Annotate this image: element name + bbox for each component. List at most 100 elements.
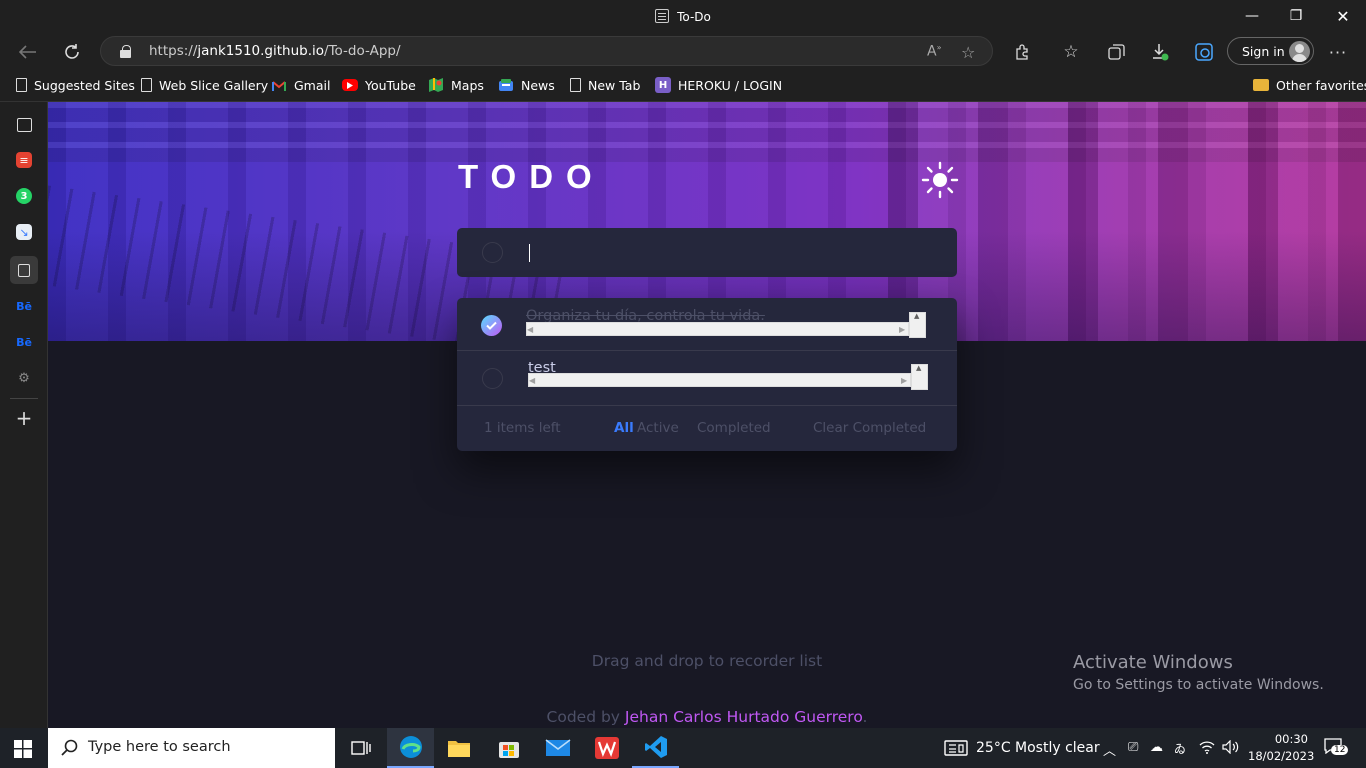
author-link[interactable]: Jehan Carlos Hurtado Guerrero: [625, 708, 863, 726]
horizontal-scrollbar[interactable]: ◀ ▶: [528, 373, 911, 387]
behance-icon[interactable]: Bē: [14, 332, 34, 352]
app-icon[interactable]: ↘: [16, 224, 32, 240]
search-placeholder: Type here to search: [88, 739, 231, 755]
favorite-label: Suggested Sites: [34, 77, 135, 93]
more-menu-icon[interactable]: ···: [1327, 42, 1349, 62]
settings-page-icon[interactable]: ⚙: [14, 368, 34, 388]
weather-news-icon[interactable]: [944, 740, 968, 756]
favorite-suggested-sites[interactable]: Suggested Sites: [16, 76, 135, 94]
favorite-news[interactable]: News: [498, 76, 555, 94]
notifications-icon[interactable]: 12: [1324, 738, 1349, 758]
favorite-heroku-login[interactable]: H HEROKU / LOGIN: [655, 76, 782, 94]
file-explorer-icon[interactable]: [435, 728, 482, 768]
vertical-scrollbar[interactable]: ▲: [911, 364, 928, 390]
todo-item[interactable]: test ◀ ▶ ▲: [457, 351, 957, 406]
minimize-button[interactable]: —: [1229, 0, 1275, 32]
restore-button[interactable]: ❐: [1273, 0, 1319, 32]
page-icon: [16, 78, 27, 92]
back-button[interactable]: [14, 38, 42, 66]
favorites-icon[interactable]: ☆: [1060, 42, 1082, 62]
weather-text[interactable]: 25°C Mostly clear: [976, 740, 1100, 756]
filter-all[interactable]: All: [614, 420, 634, 436]
favorites-bar: Suggested Sites Web Slice Gallery Gmail …: [0, 68, 1366, 102]
system-clock[interactable]: 00:30 18/02/2023: [1248, 731, 1315, 765]
refresh-icon: [65, 44, 79, 59]
read-aloud-icon[interactable]: A»: [927, 43, 941, 60]
favorite-new-tab[interactable]: New Tab: [570, 76, 640, 94]
url-text[interactable]: https://jank1510.github.io/To-do-App/: [149, 43, 401, 59]
edge-bar-glyph-icon: [1195, 43, 1213, 61]
behance-icon[interactable]: Bē: [14, 296, 34, 316]
maps-icon: [428, 77, 444, 93]
favorite-maps[interactable]: Maps: [428, 76, 484, 94]
close-button[interactable]: ✕: [1320, 0, 1366, 32]
todoist-icon[interactable]: ≡: [16, 152, 32, 168]
edge-taskbar-icon[interactable]: [387, 728, 434, 768]
sun-icon[interactable]: [920, 160, 960, 200]
filter-completed[interactable]: Completed: [697, 420, 771, 436]
todo-footer: 1 items left All Active Completed Clear …: [457, 406, 957, 451]
wifi-icon[interactable]: [1199, 740, 1215, 758]
download-arrow-icon: [1153, 44, 1169, 61]
activate-windows-watermark: Activate Windows Go to Settings to activ…: [1073, 652, 1324, 693]
todo-item[interactable]: Organiza tu día, controla tu vida. ◀ ▶ ▲: [457, 298, 957, 351]
collections-icon[interactable]: [1105, 42, 1127, 62]
favorite-web-slice-gallery[interactable]: Web Slice Gallery: [141, 76, 268, 94]
favorite-youtube[interactable]: YouTube: [342, 76, 416, 94]
window-title-text: To-Do: [677, 10, 711, 24]
sign-in-button[interactable]: Sign in: [1227, 37, 1314, 65]
show-hidden-icons-chevron-icon[interactable]: ︿: [1103, 740, 1116, 759]
refresh-button[interactable]: [58, 38, 86, 66]
url-domain: jank1510.github.io: [197, 43, 325, 59]
taskbar-search-box[interactable]: Type here to search: [48, 728, 335, 768]
horizontal-scrollbar[interactable]: ◀ ▶: [526, 322, 909, 336]
address-bar[interactable]: https://jank1510.github.io/To-do-App/ A»…: [100, 36, 993, 66]
arrow-left-icon: [19, 45, 36, 59]
onedrive-icon[interactable]: ☁: [1150, 740, 1163, 755]
downloads-icon[interactable]: [1149, 42, 1171, 62]
checked-circle[interactable]: [481, 315, 502, 336]
news-icon: [498, 77, 514, 93]
microsoft-store-icon[interactable]: [485, 728, 532, 768]
edge-sidebar: ≡ 3 ↘ Bē Bē ⚙ +: [0, 102, 48, 728]
add-icon[interactable]: +: [14, 406, 34, 430]
folder-icon: [1253, 79, 1269, 91]
app-title: TODO: [458, 158, 605, 195]
todo-app-icon[interactable]: [10, 256, 38, 284]
search-icon: [61, 739, 78, 756]
tab-actions-icon[interactable]: [17, 118, 32, 132]
clock-date: 18/02/2023: [1248, 749, 1315, 763]
input-method-icon[interactable]: ゐ: [1174, 740, 1186, 757]
other-favorites[interactable]: Other favorites: [1253, 76, 1366, 94]
vertical-scrollbar[interactable]: ▲: [909, 312, 926, 338]
favorite-label: YouTube: [365, 77, 416, 93]
sign-in-label: Sign in: [1242, 44, 1285, 59]
add-favorite-icon[interactable]: ☆: [961, 43, 975, 62]
favorite-label: Web Slice Gallery: [159, 77, 269, 93]
page-icon: [141, 78, 152, 92]
extensions-icon[interactable]: [1011, 42, 1033, 62]
task-view-icon[interactable]: [337, 728, 384, 768]
vscode-icon[interactable]: [632, 728, 679, 768]
favorite-gmail[interactable]: Gmail: [271, 76, 330, 94]
volume-icon[interactable]: [1222, 739, 1240, 758]
filter-active[interactable]: Active: [637, 420, 679, 436]
new-todo-circle: [482, 242, 503, 263]
heroku-icon: H: [655, 77, 671, 93]
window-titlebar: To-Do — ❐ ✕: [0, 0, 1366, 34]
url-path: /To-do-App/: [324, 43, 401, 59]
edge-bar-icon[interactable]: [1193, 42, 1215, 62]
new-todo-input[interactable]: [457, 228, 957, 277]
favorite-label: Gmail: [294, 77, 331, 93]
avatar-icon: [1289, 41, 1310, 62]
clear-completed-button[interactable]: Clear Completed: [813, 420, 926, 436]
windows-start-icon[interactable]: [14, 740, 32, 758]
unchecked-circle[interactable]: [482, 368, 503, 389]
youtube-icon: [342, 79, 358, 91]
meet-now-icon[interactable]: ⎚: [1128, 740, 1138, 755]
wps-office-icon[interactable]: [583, 728, 630, 768]
whatsapp-icon[interactable]: 3: [16, 188, 32, 204]
sidebar-divider: [10, 398, 38, 399]
mail-icon[interactable]: [534, 728, 581, 768]
notification-badge: 12: [1331, 745, 1349, 755]
